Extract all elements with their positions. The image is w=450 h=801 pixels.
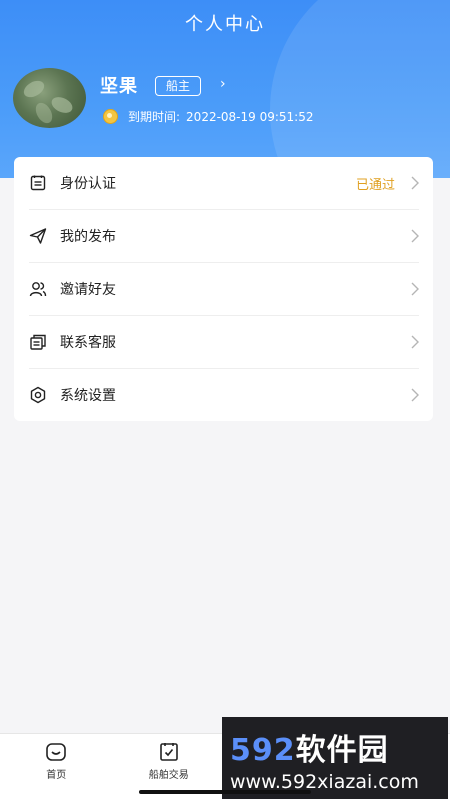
chevron-right-icon [411, 229, 419, 243]
status-badge: 已通过 [356, 174, 395, 193]
menu-item-label: 邀请好友 [60, 279, 411, 299]
menu-item-label: 我的发布 [60, 226, 411, 246]
copy-icon [29, 333, 47, 351]
expire-label: 到期时间: [128, 108, 180, 125]
menu-item-label: 联系客服 [60, 332, 411, 352]
menu-card: 身份认证 已通过 我的发布 邀请好友 联系客服 系统设置 [14, 157, 433, 421]
watermark-title: 软件园 [296, 733, 389, 768]
menu-item-my-posts[interactable]: 我的发布 [29, 210, 419, 263]
menu-item-identity[interactable]: 身份认证 已通过 [29, 157, 419, 210]
tab-label: 首页 [46, 766, 66, 781]
chevron-right-icon [411, 282, 419, 296]
home-icon [45, 741, 67, 763]
paper-plane-icon [29, 227, 47, 245]
expire-row: 到期时间: 2022-08-19 09:51:52 [103, 108, 314, 125]
trade-icon [158, 741, 180, 763]
chevron-right-icon [411, 388, 419, 402]
menu-item-label: 系统设置 [60, 385, 411, 405]
expire-time: 2022-08-19 09:51:52 [186, 110, 313, 124]
username: 坚果 [100, 72, 138, 98]
profile-chevron-icon[interactable]: › [220, 76, 226, 92]
menu-item-settings[interactable]: 系统设置 [29, 369, 419, 421]
watermark-logo: 592软件园 www.592xiazai.com [222, 717, 448, 799]
avatar[interactable] [13, 68, 86, 128]
tab-label: 船舶交易 [149, 766, 189, 781]
gear-icon [29, 386, 47, 404]
menu-item-invite[interactable]: 邀请好友 [29, 263, 419, 316]
tab-home[interactable]: 首页 [0, 734, 113, 801]
users-icon [29, 280, 47, 298]
menu-item-customer-service[interactable]: 联系客服 [29, 316, 419, 369]
role-badge: 船主 [155, 76, 201, 96]
watermark-number: 592 [230, 733, 296, 768]
chevron-right-icon [411, 176, 419, 190]
menu-item-label: 身份认证 [60, 173, 356, 193]
coin-icon [103, 109, 118, 124]
chevron-right-icon [411, 335, 419, 349]
page-title: 个人中心 [0, 10, 450, 36]
home-indicator [139, 790, 311, 794]
id-card-icon [29, 174, 47, 192]
